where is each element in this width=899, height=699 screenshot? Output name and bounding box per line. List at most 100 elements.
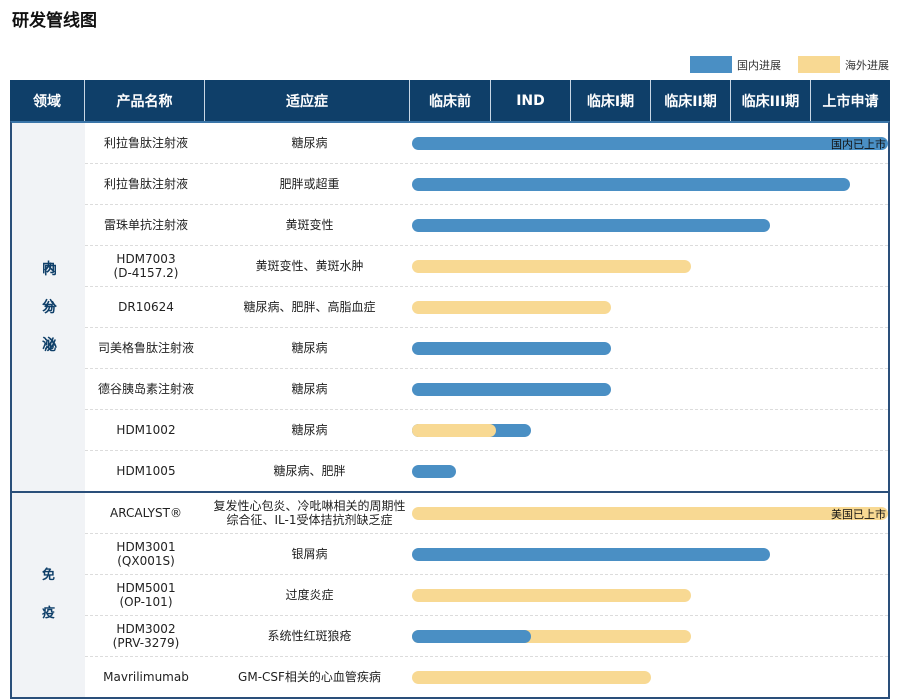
product-name: ARCALYST®	[110, 506, 182, 520]
product-name: 司美格鲁肽注射液	[97, 341, 194, 355]
section-1: 免疫 ARCALYST® 复发性心包炎、冷吡啉相关的周期性综合征、IL-1受体拮抗剂…	[10, 493, 890, 699]
section-0: 内分泌内分泌利拉鲁肽注射液 糖尿病 国内已上市 利拉鲁肽注射液 肥胖或超重 雷珠单抗注射液…	[10, 121, 890, 493]
product-name: 利拉鲁肽注射液	[103, 136, 188, 150]
indication: GM-CSF相关的心血管疾病	[238, 670, 381, 684]
header-area: 领域	[10, 80, 85, 121]
domestic-progress-bar	[412, 465, 456, 478]
indication: 黄斑变性	[285, 218, 334, 232]
legend-swatch-blue	[690, 56, 732, 73]
legend-swatch-yellow	[798, 56, 840, 73]
progress-track	[412, 451, 888, 491]
table-row: 利拉鲁肽注射液 糖尿病 国内已上市	[85, 123, 888, 164]
progress-track: 国内已上市	[412, 123, 888, 163]
indication: 过度炎症	[285, 588, 334, 602]
legend-overseas: 海外进展	[798, 56, 889, 73]
product-name: HDM3002 (PRV-3279)	[112, 622, 180, 650]
indication: 系统性红斑狼疮	[267, 629, 352, 643]
area-char: 内	[41, 261, 55, 276]
overseas-progress-bar	[412, 260, 691, 273]
indication: 糖尿病、肥胖、高脂血症	[243, 300, 376, 314]
progress-track	[412, 410, 888, 450]
table-row: HDM3002 (PRV-3279) 系统性红斑狼疮	[85, 616, 888, 657]
table-row: Mavrilimumab GM-CSF相关的心血管疾病	[85, 657, 888, 697]
indication: 糖尿病	[291, 341, 328, 355]
legend-label: 国内进展	[737, 58, 781, 72]
header-product: 产品名称	[85, 80, 205, 121]
product-name: HDM1002	[116, 423, 176, 437]
status-note: 美国已上市	[831, 508, 886, 521]
progress-track	[412, 328, 888, 368]
header-indication: 适应症	[205, 80, 410, 121]
area-char: 泌	[41, 337, 55, 352]
overseas-progress-bar	[412, 424, 496, 437]
progress-track: 美国已上市	[412, 493, 888, 533]
table-row: DR10624 糖尿病、肥胖、高脂血症	[85, 287, 888, 328]
header-stage: IND	[491, 80, 571, 121]
indication: 银屑病	[291, 547, 328, 561]
product-name: 雷珠单抗注射液	[103, 218, 188, 232]
progress-track	[412, 205, 888, 245]
area-column: 免疫	[12, 493, 85, 697]
table-row: 德谷胰岛素注射液 糖尿病	[85, 369, 888, 410]
overseas-progress-bar	[412, 507, 888, 520]
indication: 肥胖或超重	[279, 177, 340, 191]
area-column: 内分泌内分泌	[12, 123, 85, 491]
legend-domestic: 国内进展	[690, 56, 781, 73]
table-row: 司美格鲁肽注射液 糖尿病	[85, 328, 888, 369]
product-name: 利拉鲁肽注射液	[103, 177, 188, 191]
indication: 糖尿病、肥胖	[273, 464, 346, 478]
product-name: 德谷胰岛素注射液	[97, 382, 194, 396]
product-name: HDM3001 (QX001S)	[116, 540, 176, 568]
domestic-progress-bar	[412, 178, 851, 191]
progress-track	[412, 164, 888, 204]
overseas-progress-bar	[412, 671, 651, 684]
legend-label: 海外进展	[845, 58, 889, 72]
domestic-progress-bar	[412, 630, 532, 643]
progress-track	[412, 657, 888, 697]
progress-track	[412, 287, 888, 327]
area-char: 分	[41, 299, 55, 314]
overseas-progress-bar	[412, 589, 691, 602]
table-row: 雷珠单抗注射液 黄斑变性	[85, 205, 888, 246]
table-row: HDM7003 (D-4157.2) 黄斑变性、黄斑水肿	[85, 246, 888, 287]
domestic-progress-bar	[412, 342, 612, 355]
area-label-chars: 免疫	[12, 557, 85, 633]
progress-track	[412, 246, 888, 286]
indication: 黄斑变性、黄斑水肿	[255, 259, 364, 273]
progress-track	[412, 369, 888, 409]
table-row: HDM1005 糖尿病、肥胖	[85, 451, 888, 491]
indication: 糖尿病	[291, 136, 328, 150]
table-row: HDM5001 (OP-101) 过度炎症	[85, 575, 888, 616]
indication: 糖尿病	[291, 423, 328, 437]
domestic-progress-bar	[412, 548, 771, 561]
progress-track	[412, 616, 888, 656]
table-row: ARCALYST® 复发性心包炎、冷吡啉相关的周期性综合征、IL-1受体拮抗剂缺乏…	[85, 493, 888, 534]
area-char: 免	[41, 568, 55, 583]
header-stage: 临床I期	[571, 80, 651, 121]
product-name: HDM1005	[116, 464, 176, 478]
table-row: 利拉鲁肽注射液 肥胖或超重	[85, 164, 888, 205]
overseas-progress-bar	[412, 301, 612, 314]
indication: 复发性心包炎、冷吡啉相关的周期性综合征、IL-1受体拮抗剂缺乏症	[213, 499, 406, 527]
progress-track	[412, 534, 888, 574]
indication: 糖尿病	[291, 382, 328, 396]
table-row: HDM1002 糖尿病	[85, 410, 888, 451]
table-row: HDM3001 (QX001S) 银屑病	[85, 534, 888, 575]
domestic-progress-bar	[412, 383, 612, 396]
header-stage: 临床III期	[731, 80, 811, 121]
domestic-progress-bar	[412, 219, 771, 232]
table-header: 领域 产品名称 适应症 临床前 IND 临床I期 临床II期 临床III期 上市…	[10, 80, 890, 121]
header-stage: 临床II期	[651, 80, 731, 121]
pipeline-table: 领域 产品名称 适应症 临床前 IND 临床I期 临床II期 临床III期 上市…	[10, 80, 890, 699]
product-name: DR10624	[118, 300, 174, 314]
product-name: HDM5001 (OP-101)	[116, 581, 176, 609]
product-name: Mavrilimumab	[103, 670, 189, 684]
area-label-chars: 内分泌	[12, 250, 85, 364]
header-stage: 临床前	[410, 80, 491, 121]
status-note: 国内已上市	[831, 138, 886, 151]
domestic-progress-bar	[412, 137, 888, 150]
page-title: 研发管线图	[12, 11, 97, 31]
product-name: HDM7003 (D-4157.2)	[113, 252, 179, 280]
progress-track	[412, 575, 888, 615]
area-char: 疫	[41, 606, 55, 621]
